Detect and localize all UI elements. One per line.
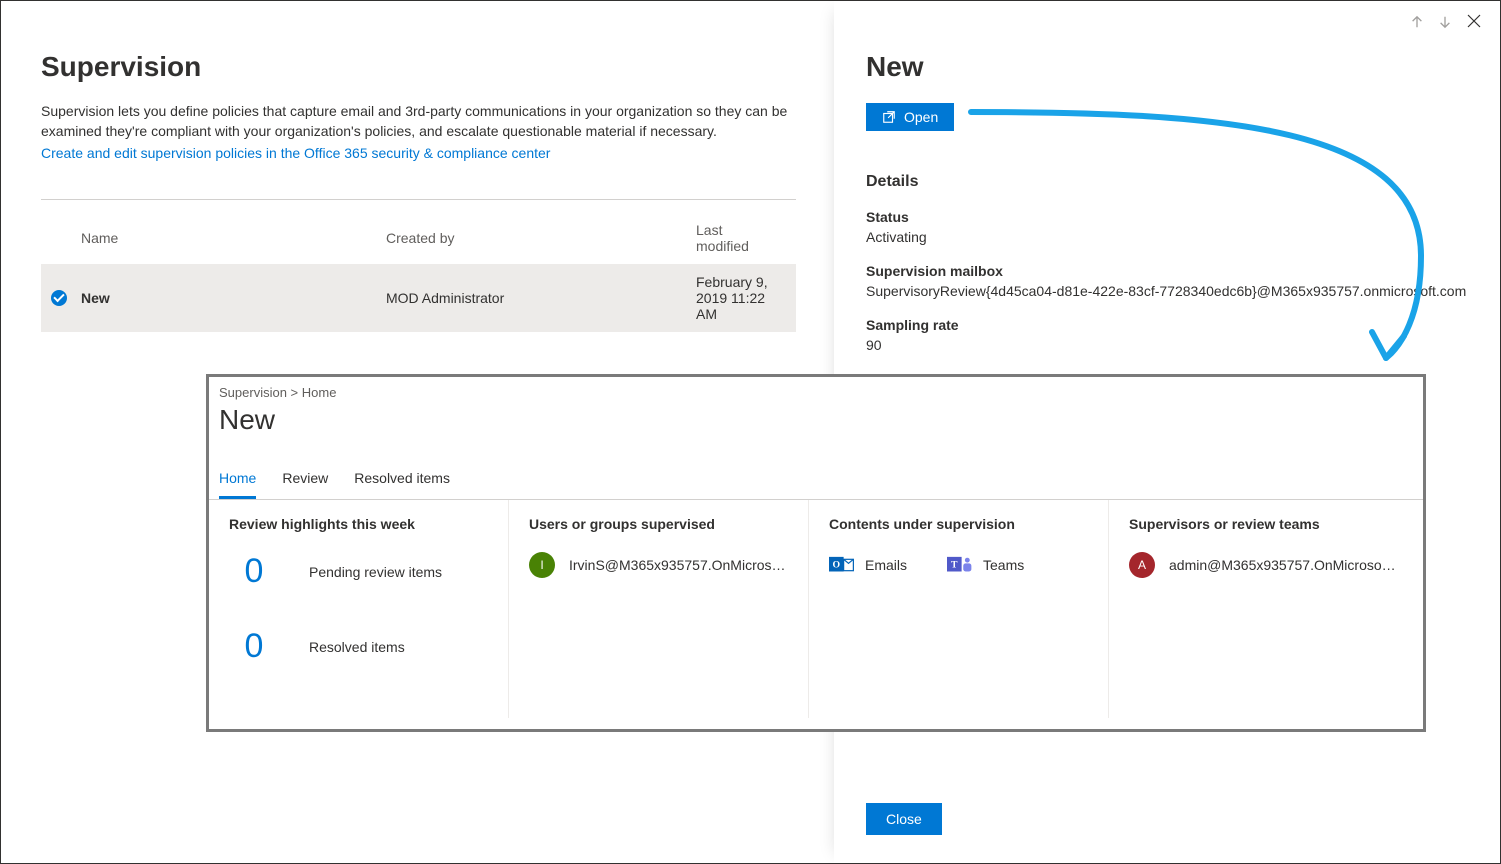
mailbox-value: SupervisoryReview{4d45ca04-d81e-422e-83c… bbox=[866, 283, 1468, 299]
panel-contents: Contents under supervision O Emails T bbox=[809, 500, 1109, 718]
rate-value: 90 bbox=[866, 337, 1468, 353]
details-heading: Details bbox=[866, 173, 1468, 191]
col-header-modified[interactable]: Last modified bbox=[696, 222, 771, 254]
tab-bar: Home Review Resolved items bbox=[209, 436, 1423, 500]
close-button[interactable]: Close bbox=[866, 803, 942, 835]
tab-review[interactable]: Review bbox=[282, 470, 328, 499]
svg-text:O: O bbox=[833, 559, 841, 570]
status-value: Activating bbox=[866, 229, 1468, 245]
resolved-count: 0 bbox=[229, 627, 279, 666]
help-link[interactable]: Create and edit supervision policies in … bbox=[41, 145, 550, 161]
content-emails[interactable]: O Emails bbox=[829, 552, 907, 578]
teams-label: Teams bbox=[983, 557, 1024, 573]
panel-header: Review highlights this week bbox=[229, 516, 488, 532]
open-button[interactable]: Open bbox=[866, 103, 954, 131]
supervisor-avatar-icon: A bbox=[1129, 552, 1155, 578]
open-new-window-icon bbox=[882, 110, 896, 124]
table-row[interactable]: New MOD Administrator February 9, 2019 1… bbox=[41, 264, 796, 332]
tab-resolved[interactable]: Resolved items bbox=[354, 470, 450, 499]
col-header-created[interactable]: Created by bbox=[386, 230, 696, 246]
panel-users-supervised: Users or groups supervised I IrvinS@M365… bbox=[509, 500, 809, 718]
tab-home[interactable]: Home bbox=[219, 470, 256, 499]
overlay-title: New bbox=[209, 400, 1423, 436]
page-title: Supervision bbox=[41, 51, 796, 83]
rate-label: Sampling rate bbox=[866, 317, 1468, 333]
panel-review-highlights: Review highlights this week 0 Pending re… bbox=[209, 500, 509, 718]
supervisor-user[interactable]: admin@M365x935757.OnMicrosoft.... bbox=[1169, 557, 1399, 573]
table-header-row: Name Created by Last modified bbox=[41, 212, 796, 264]
flyout-title: New bbox=[866, 51, 1468, 83]
emails-label: Emails bbox=[865, 557, 907, 573]
teams-icon: T bbox=[947, 552, 973, 578]
svg-text:T: T bbox=[951, 559, 958, 570]
intro-text: Supervision lets you define policies tha… bbox=[41, 101, 796, 141]
status-label: Status bbox=[866, 209, 1468, 225]
resolved-label: Resolved items bbox=[309, 639, 405, 655]
divider bbox=[41, 199, 796, 200]
open-button-label: Open bbox=[904, 109, 938, 125]
policy-table: Name Created by Last modified New MOD Ad… bbox=[41, 212, 796, 332]
policy-detail-overlay: Supervision > Home New Home Review Resol… bbox=[206, 374, 1426, 732]
outlook-icon: O bbox=[829, 552, 855, 578]
user-avatar-icon: I bbox=[529, 552, 555, 578]
breadcrumb[interactable]: Supervision > Home bbox=[209, 377, 1423, 400]
panel-header: Supervisors or review teams bbox=[1129, 516, 1403, 532]
panel-header: Contents under supervision bbox=[829, 516, 1088, 532]
supervised-user[interactable]: IrvinS@M365x935757.OnMicrosoft.... bbox=[569, 557, 788, 573]
arrow-up-icon[interactable] bbox=[1410, 15, 1424, 32]
content-teams[interactable]: T Teams bbox=[947, 552, 1024, 578]
pending-count: 0 bbox=[229, 552, 279, 591]
row-modified: February 9, 2019 11:22 AM bbox=[696, 274, 771, 322]
row-name: New bbox=[81, 290, 386, 306]
row-selected-icon[interactable] bbox=[51, 290, 67, 306]
panel-header: Users or groups supervised bbox=[529, 516, 788, 532]
row-created: MOD Administrator bbox=[386, 290, 696, 306]
panel-supervisors: Supervisors or review teams A admin@M365… bbox=[1109, 500, 1423, 718]
close-icon[interactable] bbox=[1466, 13, 1482, 34]
mailbox-label: Supervision mailbox bbox=[866, 263, 1468, 279]
pending-label: Pending review items bbox=[309, 564, 442, 580]
arrow-down-icon[interactable] bbox=[1438, 15, 1452, 32]
col-header-name[interactable]: Name bbox=[81, 230, 386, 246]
